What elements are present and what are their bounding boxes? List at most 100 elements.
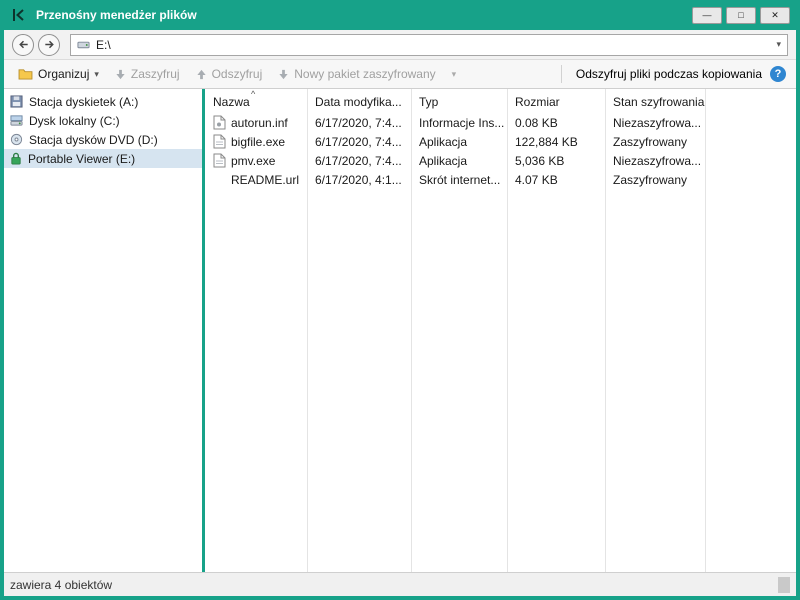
status-text: zawiera 4 obiektów [10,578,112,592]
file-name-cell: autorun.inf [205,115,307,130]
status-bar: zawiera 4 obiektów [4,572,796,596]
address-dropdown-icon[interactable]: ▾ [776,39,781,50]
column-divider [507,89,508,572]
toolbar-separator [561,65,562,83]
decrypt-label: Odszyfruj [212,67,263,81]
encrypt-button[interactable]: Zaszyfruj [107,62,188,86]
column-header-label: Stan szyfrowania [613,95,704,109]
file-modified: 6/17/2020, 4:1... [307,173,411,187]
column-header-type[interactable]: Typ [411,89,507,113]
new-encrypted-package-button[interactable]: Nowy pakiet zaszyfrowany [270,62,443,86]
sidebar-item-label: Stacja dyskietek (A:) [29,95,138,109]
decrypt-on-copy-label[interactable]: Odszyfruj pliki podczas kopiowania [576,67,762,81]
dvd-icon [10,133,23,146]
toolbar-right-group: Odszyfruj pliki podczas kopiowania ? [555,65,790,83]
back-button[interactable] [12,34,34,56]
close-button[interactable]: ✕ [760,7,790,24]
content-area: Stacja dyskietek (A:) Dysk lokalny (C:) [4,89,796,572]
hdd-icon [10,114,23,127]
file-size: 4.07 KB [507,173,605,187]
file-name: autorun.inf [231,116,288,130]
app-window: Przenośny menedżer plików — □ ✕ [0,0,800,600]
encrypt-arrow-down-icon [115,69,126,80]
titlebar: Przenośny menedżer plików — □ ✕ [4,0,796,30]
new-package-caret-icon[interactable]: ▾ [444,69,465,80]
file-encryption-status: Niezaszyfrowa... [605,116,705,130]
minimize-button[interactable]: — [692,7,722,24]
decrypt-button[interactable]: Odszyfruj [188,62,271,86]
decrypt-arrow-up-icon [196,69,207,80]
column-header-size[interactable]: Rozmiar [507,89,605,113]
forward-arrow-icon [43,38,56,51]
sort-ascending-icon: ^ [251,89,255,99]
file-name: pmv.exe [231,154,275,168]
column-divider [605,89,606,572]
sidebar-item-label: Stacja dysków DVD (D:) [29,133,158,147]
window-controls: — □ ✕ [692,7,790,24]
organize-caret-icon: ▾ [94,69,99,80]
file-size: 5,036 KB [507,154,605,168]
settings-file-icon [213,115,226,130]
drive-icon [77,38,90,51]
file-type: Aplikacja [411,154,507,168]
file-name-cell: README.url [205,172,307,187]
executable-file-icon [213,134,226,149]
file-row-pmv[interactable]: pmv.exe 6/17/2020, 7:4... Aplikacja 5,03… [205,151,796,170]
package-arrow-down-icon [278,69,289,80]
sidebar-item-dvd-d[interactable]: Stacja dysków DVD (D:) [4,130,202,149]
sidebar-item-label: Dysk lokalny (C:) [29,114,120,128]
column-divider [307,89,308,572]
file-list: ^ Nazwa Data modyfika... Typ Rozmiar Sta… [205,89,796,572]
column-header-label: Nazwa [213,95,250,109]
column-header-encryption[interactable]: Stan szyfrowania [605,89,705,113]
folder-icon [18,68,33,80]
sidebar-item-local-disk-c[interactable]: Dysk lokalny (C:) [4,111,202,130]
file-row-readme[interactable]: README.url 6/17/2020, 4:1... Skrót inter… [205,170,796,189]
file-modified: 6/17/2020, 7:4... [307,135,411,149]
file-size: 0.08 KB [507,116,605,130]
back-arrow-icon [17,38,30,51]
new-package-label: Nowy pakiet zaszyfrowany [294,67,435,81]
forward-button[interactable] [38,34,60,56]
file-row-autorun[interactable]: autorun.inf 6/17/2020, 7:4... Informacje… [205,113,796,132]
file-type: Informacje Ins... [411,116,507,130]
encrypt-label: Zaszyfruj [131,67,180,81]
floppy-icon [10,95,23,108]
navigation-bar: E:\ ▾ [4,30,796,60]
kaspersky-logo-icon [10,6,28,24]
column-header-modified[interactable]: Data modyfika... [307,89,411,113]
file-name-cell: bigfile.exe [205,134,307,149]
file-type: Aplikacja [411,135,507,149]
sidebar-item-portable-viewer-e[interactable]: Portable Viewer (E:) [4,149,202,168]
sidebar: Stacja dyskietek (A:) Dysk lokalny (C:) [4,89,202,572]
column-divider [411,89,412,572]
window-title: Przenośny menedżer plików [36,8,197,22]
file-type: Skrót internet... [411,173,507,187]
file-name: README.url [231,173,299,187]
file-encryption-status: Zaszyfrowany [605,135,705,149]
file-name-cell: pmv.exe [205,153,307,168]
organize-button[interactable]: Organizuj ▾ [10,62,107,86]
file-modified: 6/17/2020, 7:4... [307,116,411,130]
help-icon[interactable]: ? [770,66,786,82]
sidebar-item-floppy-a[interactable]: Stacja dyskietek (A:) [4,92,202,111]
file-encryption-status: Niezaszyfrowa... [605,154,705,168]
address-bar[interactable]: E:\ ▾ [70,34,788,56]
file-size: 122,884 KB [507,135,605,149]
column-divider [705,89,706,572]
column-header-name[interactable]: ^ Nazwa [205,89,307,113]
column-header-label: Data modyfika... [315,95,402,109]
column-header-label: Typ [419,95,438,109]
resize-grip[interactable] [778,577,790,593]
column-header-label: Rozmiar [515,95,560,109]
file-row-bigfile[interactable]: bigfile.exe 6/17/2020, 7:4... Aplikacja … [205,132,796,151]
toolbar: Organizuj ▾ Zaszyfruj Odszyfruj [4,60,796,89]
address-value: E:\ [96,38,111,52]
column-headers: ^ Nazwa Data modyfika... Typ Rozmiar Sta… [205,89,796,113]
executable-file-icon [213,153,226,168]
file-name: bigfile.exe [231,135,285,149]
lock-icon [10,152,22,165]
file-encryption-status: Zaszyfrowany [605,173,705,187]
maximize-button[interactable]: □ [726,7,756,24]
organize-label: Organizuj [38,67,89,81]
